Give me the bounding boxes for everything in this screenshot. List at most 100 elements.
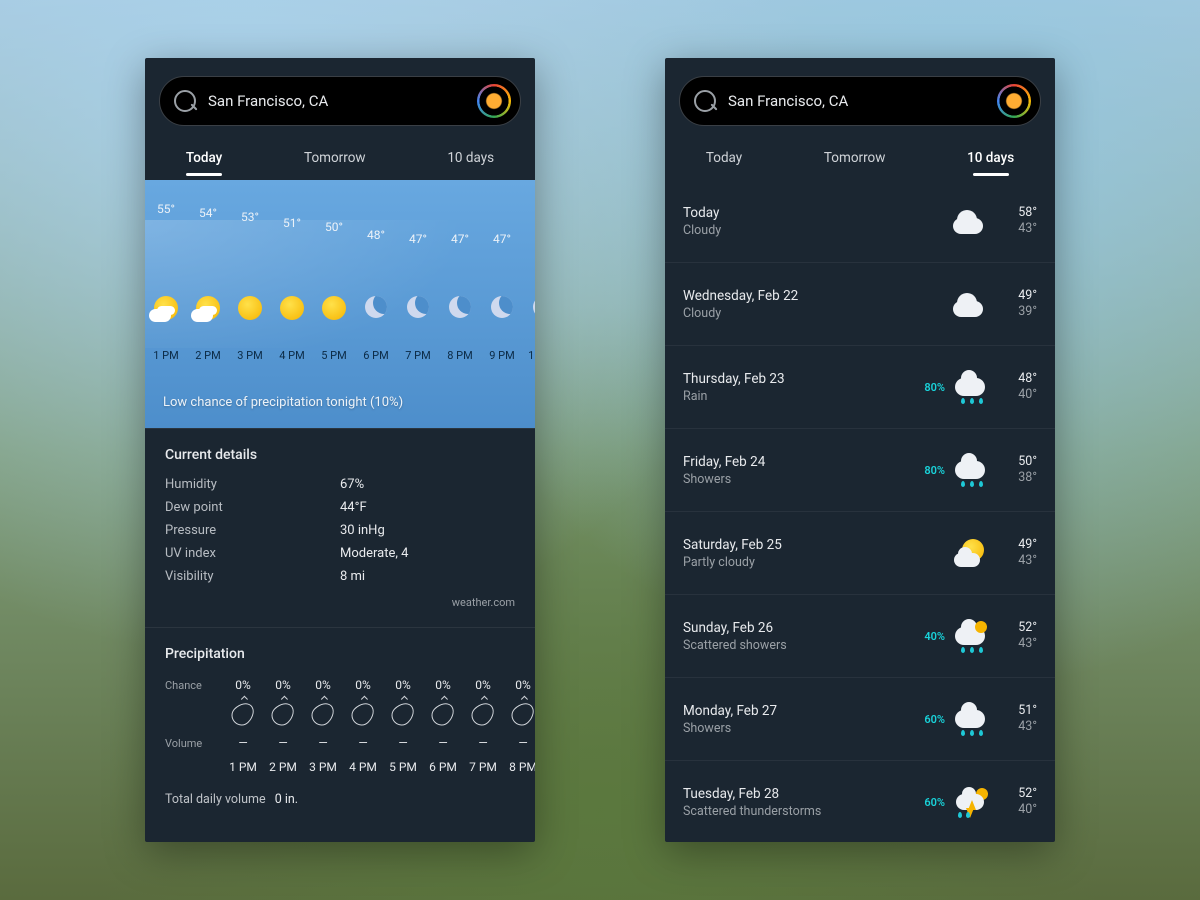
hourly-column[interactable]: 46°10 PM: [523, 180, 535, 428]
raindrop-icon: [263, 702, 303, 726]
day-condition: Partly cloudy: [683, 555, 897, 570]
high-temp: 52°: [995, 620, 1037, 636]
hourly-temp: 46°: [523, 234, 535, 248]
moon-icon: [491, 296, 513, 318]
account-avatar[interactable]: [996, 83, 1032, 119]
precipitation-section: Precipitation Chance0%0%0%0%0%0%0%0%Volu…: [145, 627, 535, 829]
raindrop-icon: [423, 702, 463, 726]
raindrop-icon: [383, 702, 423, 726]
high-temp: 49°: [995, 537, 1037, 553]
raindrop-icon: [303, 702, 343, 726]
humidity-value: 67%: [340, 477, 515, 492]
cloud-icon: [953, 210, 987, 232]
precip-probability: 80%: [903, 464, 945, 477]
current-details-heading: Current details: [165, 447, 515, 463]
search-location: San Francisco, CA: [728, 92, 984, 110]
tab-today[interactable]: Today: [180, 142, 228, 180]
hourly-column[interactable]: 48°6 PM: [355, 180, 397, 428]
hourly-column[interactable]: 47°8 PM: [439, 180, 481, 428]
search-icon: [174, 90, 196, 112]
day-title: Sunday, Feb 26: [683, 620, 897, 636]
hourly-temp: 47°: [397, 232, 439, 246]
hourly-time-label: 4 PM: [271, 349, 313, 362]
partly-cloudy-icon: [954, 539, 986, 567]
tab-tomorrow[interactable]: Tomorrow: [818, 142, 892, 180]
precip-chance-value: 0%: [423, 678, 463, 692]
forecast-tabs: Today Tomorrow 10 days: [145, 136, 535, 180]
hourly-column[interactable]: 47°9 PM: [481, 180, 523, 428]
tab-10days[interactable]: 10 days: [961, 142, 1020, 180]
high-temp: 49°: [995, 288, 1037, 304]
visibility-value: 8 mi: [340, 569, 515, 584]
search-bar[interactable]: San Francisco, CA: [679, 76, 1041, 126]
hourly-time-label: 7 PM: [397, 349, 439, 362]
hourly-column[interactable]: 47° 7 PM: [397, 180, 439, 428]
day-forecast-row[interactable]: Saturday, Feb 25Partly cloudy49°43°: [665, 512, 1055, 595]
hourly-temp: 47°: [439, 232, 481, 246]
day-forecast-row[interactable]: Friday, Feb 24Showers80%50°38°: [665, 429, 1055, 512]
precip-probability: 80%: [903, 381, 945, 394]
hourly-time-label: 3 PM: [229, 349, 271, 362]
hourly-temp: 50°: [313, 220, 355, 234]
precip-chance-label: Chance: [165, 679, 223, 692]
hourly-column[interactable]: 55° 1 PM: [145, 180, 187, 428]
dewpoint-label: Dew point: [165, 500, 340, 515]
rain-icon: [955, 627, 985, 645]
day-forecast-row[interactable]: Wednesday, Feb 22Cloudy49°39°: [665, 263, 1055, 346]
account-avatar[interactable]: [476, 83, 512, 119]
hourly-time-label: 6 PM: [355, 349, 397, 362]
day-condition: Cloudy: [683, 306, 897, 321]
low-temp: 40°: [995, 387, 1037, 403]
current-details-section: Current details Humidity 67% Dew point 4…: [145, 428, 535, 627]
day-forecast-row[interactable]: Sunday, Feb 26Scattered showers40%52°43°: [665, 595, 1055, 678]
hourly-time-label: 1 PM: [145, 349, 187, 362]
precip-volume-value: —: [423, 736, 463, 750]
attribution-link[interactable]: weather.com: [165, 596, 515, 609]
hourly-temp: 54°: [187, 206, 229, 220]
day-forecast-row[interactable]: Tuesday, Feb 28Scattered thunderstorms60…: [665, 761, 1055, 842]
hourly-temp: 55°: [145, 202, 187, 216]
day-condition: Showers: [683, 721, 897, 736]
ten-day-list[interactable]: TodayCloudy58°43°Wednesday, Feb 22Cloudy…: [665, 180, 1055, 842]
precip-hour-label: 4 PM: [343, 760, 383, 774]
rain-icon: [955, 378, 985, 396]
low-temp: 39°: [995, 304, 1037, 320]
total-volume-row: Total daily volume 0 in.: [165, 792, 515, 807]
hourly-temp: 47°: [481, 232, 523, 246]
raindrop-icon: [343, 702, 383, 726]
thunderstorm-icon: [956, 794, 984, 810]
visibility-label: Visibility: [165, 569, 340, 584]
search-bar[interactable]: San Francisco, CA: [159, 76, 521, 126]
day-condition: Rain: [683, 389, 897, 404]
tab-today[interactable]: Today: [700, 142, 748, 180]
tab-10days[interactable]: 10 days: [441, 142, 500, 180]
precipitation-heading: Precipitation: [165, 646, 515, 662]
precip-chance-value: 0%: [463, 678, 503, 692]
precip-volume-value: —: [383, 736, 423, 750]
high-temp: 52°: [995, 786, 1037, 802]
hourly-column[interactable]: 54° 2 PM: [187, 180, 229, 428]
precip-probability: 60%: [903, 796, 945, 809]
sun-icon: [280, 296, 304, 320]
hourly-column[interactable]: 51°4 PM: [271, 180, 313, 428]
day-forecast-row[interactable]: Monday, Feb 27Showers60%51°43°: [665, 678, 1055, 761]
low-temp: 43°: [995, 221, 1037, 237]
hourly-column[interactable]: 50°5 PM: [313, 180, 355, 428]
day-forecast-row[interactable]: TodayCloudy58°43°: [665, 180, 1055, 263]
moon-icon: [533, 296, 535, 318]
dewpoint-value: 44°F: [340, 500, 515, 515]
hourly-forecast-panel[interactable]: 55° 1 PM 54° 2 PM53°3 PM51°4 PM50°5 PM48°6 …: [145, 180, 535, 428]
raindrop-icon: [463, 702, 503, 726]
moon-icon: [407, 296, 429, 318]
day-forecast-row[interactable]: Thursday, Feb 23Rain80%48°40°: [665, 346, 1055, 429]
tab-tomorrow[interactable]: Tomorrow: [298, 142, 372, 180]
day-weather-icon: [951, 210, 989, 232]
precip-volume-value: —: [303, 736, 343, 750]
low-temp: 38°: [995, 470, 1037, 486]
day-condition: Scattered showers: [683, 638, 897, 653]
day-title: Friday, Feb 24: [683, 454, 897, 470]
hourly-column[interactable]: 53°3 PM: [229, 180, 271, 428]
hourly-time-label: 2 PM: [187, 349, 229, 362]
sun-icon: [238, 296, 262, 320]
low-temp: 43°: [995, 636, 1037, 652]
